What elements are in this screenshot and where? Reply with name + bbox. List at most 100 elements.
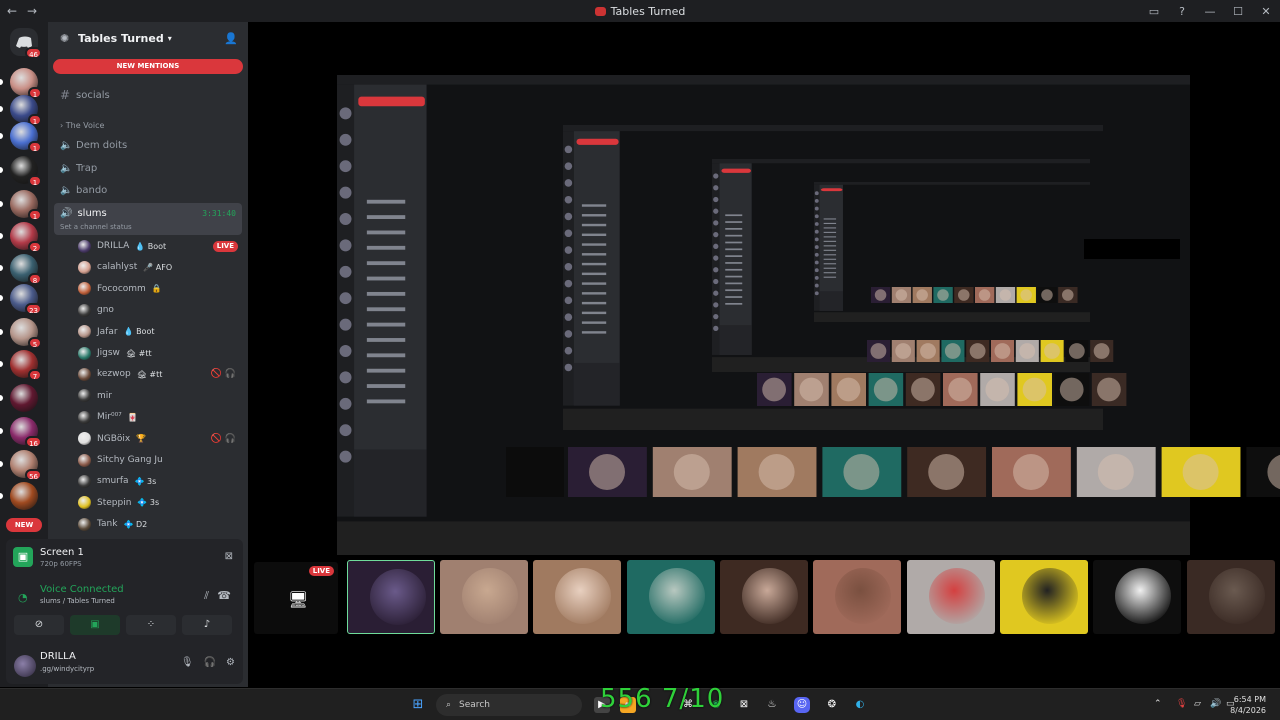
camera-button[interactable]: ⊘ xyxy=(14,615,64,635)
voice-location[interactable]: slums / Tables Turned xyxy=(40,597,115,605)
chatgpt-icon[interactable]: ❂ xyxy=(824,697,840,713)
voice-user[interactable]: Steppin 💠 3s xyxy=(78,493,240,513)
voice-user[interactable]: Sitchy Gang Ju xyxy=(78,450,240,470)
server-icon[interactable]: 1 xyxy=(10,190,42,221)
avatar[interactable] xyxy=(14,655,36,677)
participant-tile[interactable] xyxy=(347,560,435,634)
share-screen-button[interactable]: ▣ xyxy=(70,615,120,635)
edge-icon[interactable]: ◐ xyxy=(852,697,868,713)
voice-user[interactable]: Jafar 💧 Boot xyxy=(78,322,240,342)
own-stream-tile[interactable]: 🖥 LIVE xyxy=(254,562,338,634)
voice-user[interactable]: Jigsw 🏚 #tt xyxy=(78,343,240,363)
server-icon[interactable] xyxy=(10,384,38,412)
forward-arrow-icon[interactable]: → xyxy=(24,4,40,18)
voice-channel-bando[interactable]: 🔈 bando xyxy=(60,181,107,199)
voice-user[interactable]: gno xyxy=(78,300,240,320)
nested-server-icon xyxy=(339,318,352,331)
voice-channel-dem-doits[interactable]: 🔈 Dem doits xyxy=(60,136,127,154)
activities-button[interactable]: ⁘ xyxy=(126,615,176,635)
tray-chevron-icon[interactable]: ⌃ xyxy=(1154,699,1162,709)
server-icon[interactable]: 1 xyxy=(10,95,42,126)
maximize-button[interactable]: ☐ xyxy=(1224,5,1252,18)
participant-tile[interactable] xyxy=(1093,560,1181,634)
microphone-icon[interactable]: 🎙 xyxy=(181,657,194,668)
youtube-icon[interactable]: ▶ xyxy=(594,697,610,713)
network-icon[interactable]: ▱ xyxy=(1194,699,1201,709)
nested-voice-panel xyxy=(354,449,427,517)
windows-start-icon[interactable]: ⊞ xyxy=(410,697,426,713)
server-icon[interactable]: 8 xyxy=(10,254,42,285)
server-icon[interactable]: 1 xyxy=(10,122,42,153)
participant-tile[interactable] xyxy=(907,560,995,634)
voice-user[interactable]: kezwop 🏚 #tt 🚫 🎧 xyxy=(78,364,240,384)
nested-server-icon xyxy=(814,214,819,219)
server-icon[interactable]: 56 xyxy=(10,450,42,481)
server-header[interactable]: ✺ Tables Turned ▾ 👤 xyxy=(48,22,248,54)
stream-stage[interactable]: 🖥 LIVE xyxy=(248,22,1280,687)
user-tag: 🏆 xyxy=(136,434,147,444)
add-user-icon[interactable]: 👤 xyxy=(224,32,238,45)
voice-user[interactable]: mir xyxy=(78,386,240,406)
taskbar-search[interactable]: ⌕ Search xyxy=(436,694,582,716)
close-button[interactable]: ✕ xyxy=(1252,5,1280,18)
voice-user[interactable]: Fococomm 🔒 xyxy=(78,279,240,299)
spotify-icon[interactable]: ◉ xyxy=(708,697,724,713)
new-unreads-pill[interactable]: NEW xyxy=(6,518,42,532)
server-icon[interactable]: 1 xyxy=(10,68,42,99)
participant-tile[interactable] xyxy=(1000,560,1088,634)
headphones-icon[interactable]: 🎧 xyxy=(204,657,216,668)
file-explorer-icon[interactable]: ▰ xyxy=(620,697,636,713)
participant-tile[interactable] xyxy=(440,560,528,634)
minimize-button[interactable]: — xyxy=(1196,5,1224,18)
voice-channel-slums[interactable]: 🔊 slums 3:31:40 Set a channel status xyxy=(54,203,242,235)
vscode-icon[interactable]: ⌘ xyxy=(680,697,696,713)
nested-user-row xyxy=(823,240,837,242)
voice-user[interactable]: Mir⁰⁰⁷ 🀄 xyxy=(78,407,240,427)
voice-user[interactable]: calahlyst 🎤 AFO xyxy=(78,257,240,277)
voice-user[interactable]: DRILLA 💧 Boot LIVE xyxy=(78,236,240,256)
participant-tile[interactable] xyxy=(533,560,621,634)
stop-stream-icon[interactable]: ⊠ xyxy=(225,551,233,562)
back-arrow-icon[interactable]: ← xyxy=(4,4,20,18)
disconnect-icon[interactable]: ☎ xyxy=(217,589,231,602)
nested-server-icon xyxy=(564,313,573,321)
server-icon[interactable]: 23 xyxy=(10,284,42,315)
server-icon[interactable]: 5 xyxy=(10,318,42,349)
voice-connected-status[interactable]: Voice Connected xyxy=(40,584,124,595)
discord-taskbar-icon[interactable]: ☺ xyxy=(794,697,810,713)
home-button[interactable]: 46 xyxy=(10,28,42,59)
clock[interactable]: 6:54 PM 8/4/2026 xyxy=(1230,694,1266,716)
excel-icon[interactable]: ⊠ xyxy=(736,697,752,713)
voice-user[interactable]: Tank 💠 D2 xyxy=(78,514,240,534)
microphone-icon[interactable]: 🎙 xyxy=(1176,699,1187,709)
inbox-icon[interactable]: ▭ xyxy=(1140,5,1168,18)
participant-tile[interactable] xyxy=(627,560,715,634)
participant-tile[interactable] xyxy=(1187,560,1275,634)
participant-tile[interactable] xyxy=(720,560,808,634)
nested-server-icon xyxy=(814,260,819,265)
help-icon[interactable]: ? xyxy=(1168,5,1196,18)
participant-tile[interactable] xyxy=(813,560,901,634)
new-mentions-pill[interactable]: NEW MENTIONS xyxy=(53,59,243,74)
nested-participant-avatar xyxy=(920,343,936,359)
category-the-voice[interactable]: › The Voice xyxy=(60,121,104,130)
server-icon[interactable]: 16 xyxy=(10,417,42,448)
settings-gear-icon[interactable]: ⚙ xyxy=(226,657,235,668)
user-tag: 🏚 #tt xyxy=(136,369,163,379)
noise-suppression-icon[interactable]: ⫽ xyxy=(204,589,209,603)
voice-user[interactable]: NGBöix 🏆 🚫 🎧 xyxy=(78,429,240,449)
soundboard-button[interactable]: ♪ xyxy=(182,615,232,635)
server-icon[interactable]: 7 xyxy=(10,350,42,381)
voice-user[interactable]: smurfa 💠 3s xyxy=(78,471,240,491)
voice-user-name: gno xyxy=(97,305,114,316)
volume-icon[interactable]: 🔊 xyxy=(1210,699,1221,709)
server-icon[interactable] xyxy=(10,482,38,510)
nested-server-icon xyxy=(564,246,573,254)
voice-channel-trap[interactable]: 🔈 Trap xyxy=(60,159,97,177)
steam-icon[interactable]: ♨ xyxy=(764,697,780,713)
server-icon[interactable]: 1 xyxy=(10,156,42,187)
server-icon[interactable]: 2 xyxy=(10,222,42,253)
nested-server-icon xyxy=(339,450,352,463)
channel-socials[interactable]: # socials xyxy=(60,86,110,104)
channel-status[interactable]: Set a channel status xyxy=(60,223,132,231)
